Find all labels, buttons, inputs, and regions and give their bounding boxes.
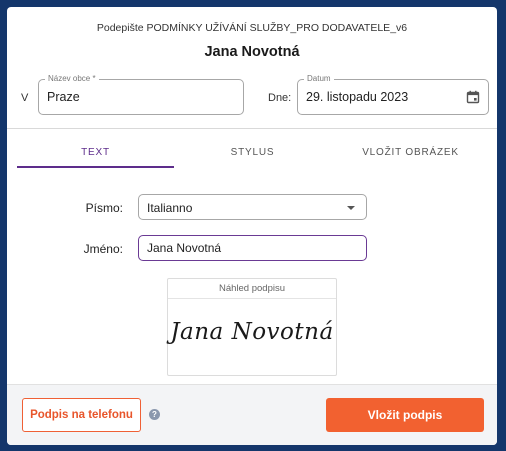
place-field[interactable]: Název obce * Praze bbox=[38, 74, 244, 115]
chevron-down-icon bbox=[347, 206, 355, 210]
signature-preview-text: Jana Novotná bbox=[170, 319, 334, 345]
signer-name: Jana Novotná bbox=[204, 44, 300, 60]
place-field-value[interactable]: Praze bbox=[47, 90, 80, 104]
question-circle-icon[interactable]: ? bbox=[149, 409, 160, 420]
place-prefix-label: V bbox=[21, 92, 29, 104]
date-field-legend: Datum bbox=[304, 74, 334, 84]
tab-insert-image[interactable]: VLOŽIT OBRÁZEK bbox=[331, 137, 490, 168]
insert-signature-button[interactable]: Vložit podpis bbox=[326, 398, 484, 432]
place-field-legend: Název obce * bbox=[45, 74, 99, 84]
date-field-value[interactable]: 29. listopadu 2023 bbox=[306, 90, 408, 104]
tab-text[interactable]: TEXT bbox=[17, 137, 174, 168]
sign-on-phone-button[interactable]: Podpis na telefonu bbox=[22, 398, 141, 432]
signature-mode-tabs: TEXT STYLUS VLOŽIT OBRÁZEK bbox=[17, 137, 490, 168]
font-label: Písmo: bbox=[85, 201, 123, 215]
font-select[interactable]: Italianno bbox=[138, 194, 367, 220]
document-title: Podepište PODMÍNKY UŽÍVÁNÍ SLUŽBY_PRO DO… bbox=[96, 22, 408, 34]
font-select-value: Italianno bbox=[147, 201, 193, 215]
calendar-icon[interactable] bbox=[466, 90, 480, 104]
signature-preview: Náhled podpisu Jana Novotná bbox=[167, 278, 337, 376]
section-divider bbox=[7, 128, 497, 129]
name-input[interactable] bbox=[138, 235, 367, 261]
tab-stylus[interactable]: STYLUS bbox=[174, 137, 331, 168]
signature-dialog: Podepište PODMÍNKY UŽÍVÁNÍ SLUŽBY_PRO DO… bbox=[7, 7, 497, 445]
signature-preview-header: Náhled podpisu bbox=[168, 279, 336, 299]
name-label: Jméno: bbox=[83, 242, 123, 256]
date-field[interactable]: Datum 29. listopadu 2023 bbox=[297, 74, 489, 115]
dialog-footer: Podpis na telefonu ? Vložit podpis bbox=[7, 384, 497, 445]
date-prefix-label: Dne: bbox=[268, 92, 292, 104]
